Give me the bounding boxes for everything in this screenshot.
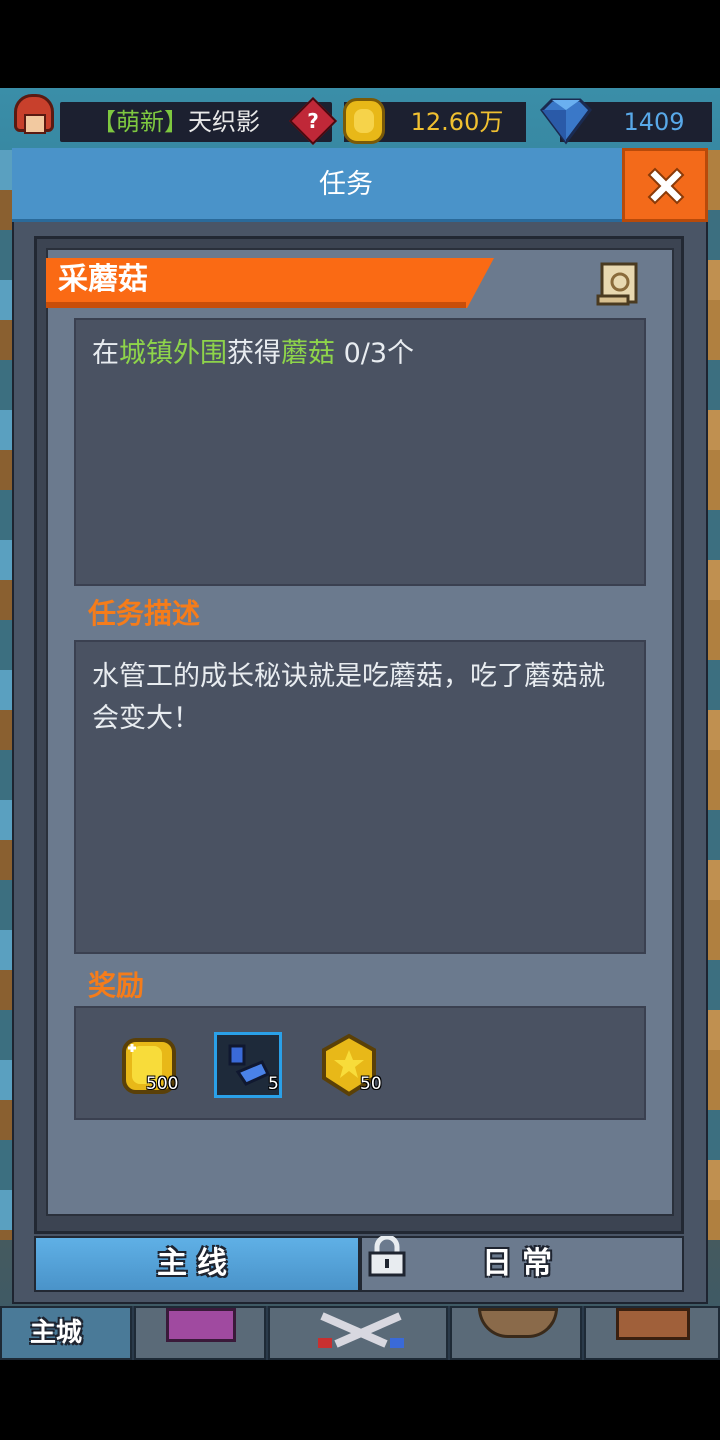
tab-main-label: 主线 [157, 1246, 237, 1281]
bag-icon [478, 1308, 558, 1338]
objective-progress: 0/3个 [335, 338, 415, 369]
card-icon [166, 1308, 236, 1342]
modal-title: 任务 [319, 169, 373, 200]
gold-amount: 12.60万 [410, 108, 504, 136]
nav-home-label: 主城 [30, 1318, 83, 1348]
close-x-icon [647, 167, 685, 205]
quest-description: 水管工的成长秘诀就是吃蘑菇，吃了蘑菇就会变大！ [92, 661, 605, 734]
objective-middle: 获得 [227, 338, 281, 369]
shop-icon [616, 1308, 690, 1340]
quest-title: 采蘑菇 [58, 262, 148, 297]
close-button[interactable] [622, 148, 708, 222]
quest-banner-shadow [46, 302, 466, 308]
background-right-edge [706, 150, 720, 1240]
crossed-swords-icon [318, 1312, 404, 1348]
objective-prefix: 在 [92, 338, 119, 369]
tab-daily-label: 日常 [482, 1246, 562, 1281]
description-label: 任务描述 [88, 597, 201, 630]
objective-location: 城镇外围 [119, 338, 227, 369]
quest-objective: 在城镇外围获得蘑菇 0/3个 [92, 332, 632, 376]
scroll-icon[interactable] [594, 260, 644, 308]
gold-coin-icon [343, 98, 385, 144]
reward-label: 奖励 [88, 969, 145, 1002]
reward-count: 50 [360, 1074, 382, 1094]
player-avatar[interactable] [10, 92, 58, 144]
gem-amount: 1409 [623, 108, 685, 136]
player-name: 【萌新】天织影 [92, 104, 260, 140]
objective-item: 蘑菇 [281, 338, 335, 369]
reward-count: 500 [146, 1074, 179, 1094]
player-name-text: 天织影 [188, 108, 260, 136]
nav-bag[interactable] [450, 1306, 582, 1360]
nav-battle[interactable] [268, 1306, 448, 1360]
diamond-gem-icon [540, 98, 592, 145]
nav-shop[interactable] [584, 1306, 720, 1360]
player-tag: 【萌新】 [92, 108, 188, 136]
reward-count: 5 [268, 1074, 279, 1094]
nav-cards[interactable] [134, 1306, 266, 1360]
